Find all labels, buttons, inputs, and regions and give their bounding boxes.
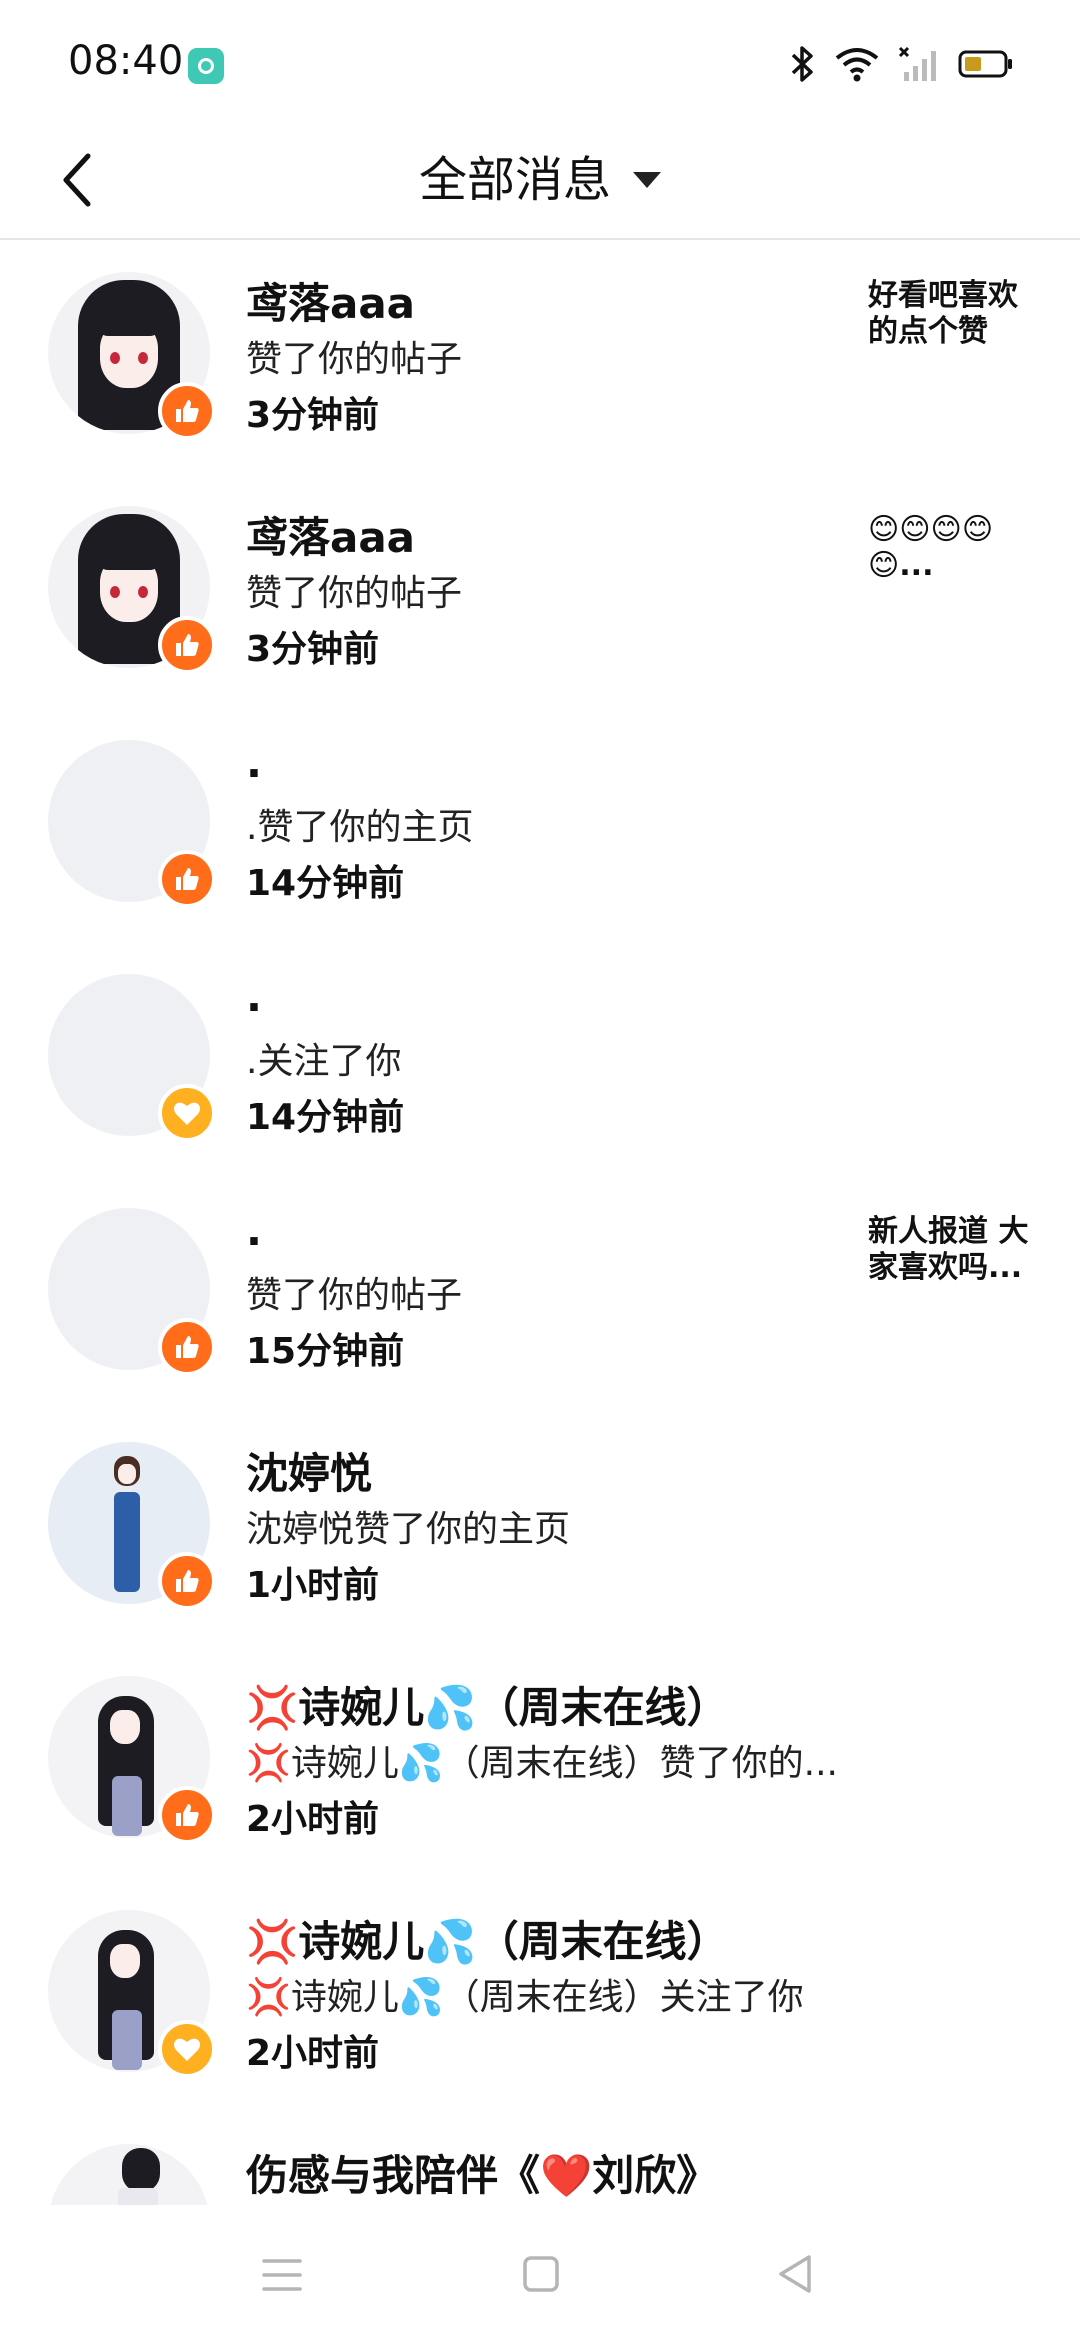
message-text: .赞了你的主页 [246, 807, 474, 848]
message-text: 赞了你的帖子 [246, 573, 463, 614]
list-item[interactable]: . 赞了你的帖子 15分钟前 新人报道 大家喜欢吗... [0, 1176, 1080, 1410]
message-time: 15分钟前 [246, 1331, 405, 1372]
post-preview[interactable]: 😊😊😊😊😊... [868, 512, 1038, 584]
message-filter-dropdown[interactable]: 全部消息 [419, 140, 661, 220]
status-bar: 08:40 [0, 0, 1080, 130]
message-time: 3分钟前 [246, 629, 380, 670]
message-text: 💢诗婉儿💦（周末在线）赞了你的... [246, 1743, 838, 1784]
message-text: 💢诗婉儿💦（周末在线）关注了你 [246, 1977, 804, 2018]
thumbs-up-icon [158, 1318, 216, 1376]
message-time: 14分钟前 [246, 863, 405, 904]
home-square-icon[interactable] [522, 2255, 560, 2293]
message-text: 赞了你的帖子 [246, 339, 463, 380]
wifi-icon [835, 48, 879, 82]
caret-down-icon [633, 172, 661, 188]
avatar[interactable] [48, 2144, 210, 2205]
message-text: .关注了你 [246, 1041, 402, 1082]
list-item[interactable]: . .赞了你的主页 14分钟前 [0, 708, 1080, 942]
page-title: 全部消息 [418, 152, 611, 208]
menu-icon[interactable] [262, 2257, 302, 2293]
sender-name: 💢诗婉儿💦（周末在线） [246, 1683, 729, 1732]
message-time: 1小时前 [246, 1565, 380, 1606]
list-item[interactable]: 伤感与我陪伴《❤️刘欣》 [0, 2112, 1080, 2205]
message-text: 沈婷悦赞了你的主页 [246, 1509, 571, 1550]
sender-name: . [246, 972, 262, 1021]
list-item[interactable]: 鸢落aaa 赞了你的帖子 3分钟前 好看吧喜欢的点个赞 [0, 240, 1080, 474]
list-item[interactable]: 💢诗婉儿💦（周末在线） 💢诗婉儿💦（周末在线）关注了你 2小时前 [0, 1878, 1080, 2112]
thumbs-up-icon [158, 1786, 216, 1844]
sender-name: 💢诗婉儿💦（周末在线） [246, 1917, 729, 1966]
list-item[interactable]: . .关注了你 14分钟前 [0, 942, 1080, 1176]
post-preview[interactable]: 好看吧喜欢的点个赞 [868, 278, 1038, 350]
sender-name: . [246, 738, 262, 787]
message-time: 14分钟前 [246, 1097, 405, 1138]
page-title-container: 全部消息 [0, 140, 1080, 220]
bluetooth-icon [791, 46, 813, 82]
battery-icon [958, 50, 1012, 78]
message-time: 3分钟前 [246, 395, 380, 436]
thumbs-up-icon [158, 382, 216, 440]
post-preview[interactable]: 新人报道 大家喜欢吗... [868, 1214, 1038, 1286]
sender-name: 鸢落aaa [246, 513, 416, 562]
heart-icon [158, 2020, 216, 2078]
thumbs-up-icon [158, 1552, 216, 1610]
message-time: 2小时前 [246, 1799, 380, 1840]
list-item[interactable]: 沈婷悦 沈婷悦赞了你的主页 1小时前 [0, 1410, 1080, 1644]
app-notification-icon [188, 48, 224, 84]
list-item[interactable]: 💢诗婉儿💦（周末在线） 💢诗婉儿💦（周末在线）赞了你的... 2小时前 [0, 1644, 1080, 1878]
system-nav-bar [0, 2205, 1080, 2340]
thumbs-up-icon [158, 616, 216, 674]
sender-name: 沈婷悦 [246, 1449, 373, 1498]
sender-name: 伤感与我陪伴《❤️刘欣》 [246, 2151, 719, 2200]
signal-icon [898, 46, 936, 81]
header: 全部消息 [0, 130, 1080, 240]
message-time: 2小时前 [246, 2033, 380, 2074]
sender-name: . [246, 1206, 262, 1255]
heart-icon [158, 1084, 216, 1142]
back-triangle-icon[interactable] [775, 2253, 815, 2295]
message-list: 鸢落aaa 赞了你的帖子 3分钟前 好看吧喜欢的点个赞 鸢落aaa 赞了你的帖子… [0, 240, 1080, 2205]
thumbs-up-icon [158, 850, 216, 908]
status-icons [790, 44, 1014, 84]
message-text: 赞了你的帖子 [246, 1275, 463, 1316]
status-time: 08:40 [68, 38, 184, 84]
list-item[interactable]: 鸢落aaa 赞了你的帖子 3分钟前 😊😊😊😊😊... [0, 474, 1080, 708]
sender-name: 鸢落aaa [246, 279, 416, 328]
